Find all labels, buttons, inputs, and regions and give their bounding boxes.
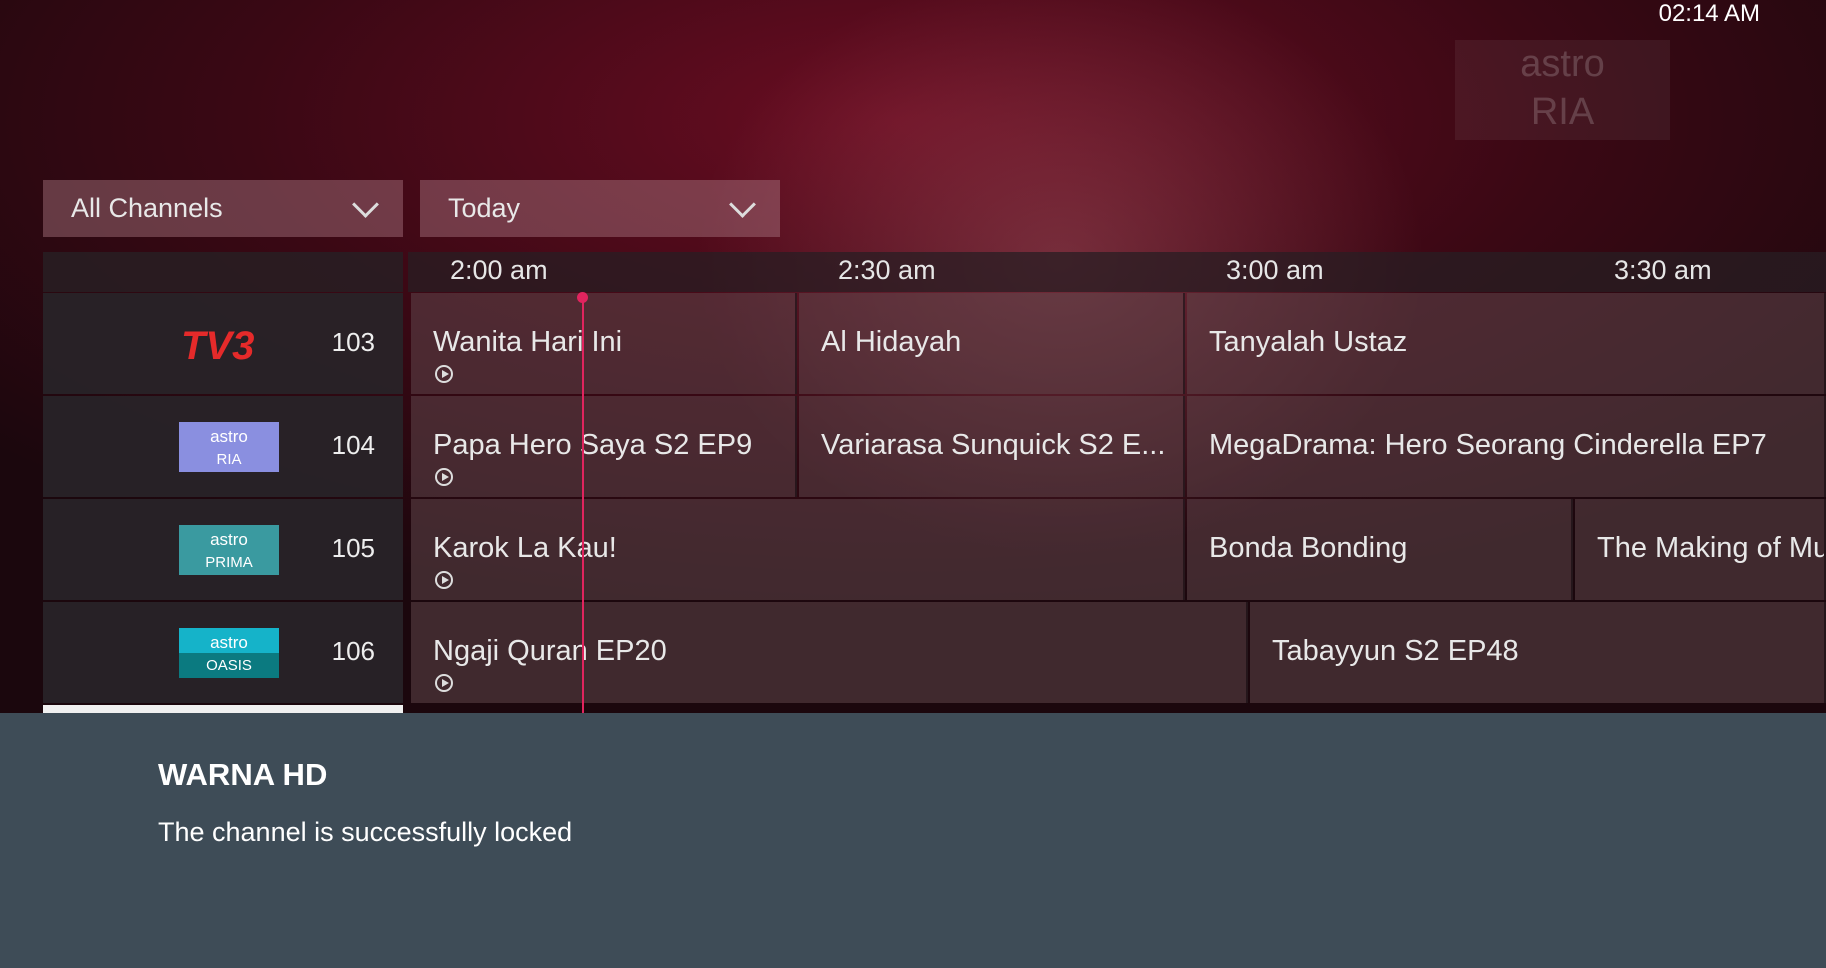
channel-row-105[interactable]: astro PRIMA 105 bbox=[43, 499, 403, 600]
date-filter-dropdown[interactable]: Today bbox=[420, 180, 780, 237]
current-time-dot bbox=[577, 292, 588, 303]
channel-column-header bbox=[43, 252, 403, 292]
date-filter-label: Today bbox=[448, 193, 521, 223]
astro-ria-logo: astro RIA bbox=[179, 422, 279, 472]
svg-text:astro: astro bbox=[210, 427, 248, 446]
replay-icon bbox=[435, 468, 453, 486]
channel-row-103[interactable]: TV3 103 bbox=[43, 293, 403, 394]
program-cell[interactable]: Karok La Kau! bbox=[411, 499, 1185, 600]
toast-title: WARNA HD bbox=[158, 757, 328, 792]
channel-filter-label: All Channels bbox=[71, 193, 223, 223]
program-cell[interactable]: Papa Hero Saya S2 EP9 bbox=[411, 396, 797, 497]
program-cell[interactable]: Bonda Bonding bbox=[1187, 499, 1573, 600]
svg-text:astro: astro bbox=[210, 633, 248, 652]
program-cell[interactable]: MegaDrama: Hero Seorang Cinderella EP7 bbox=[1187, 396, 1826, 497]
svg-text:PRIMA: PRIMA bbox=[205, 554, 253, 571]
time-tick: 2:00 am bbox=[450, 255, 548, 285]
replay-icon bbox=[435, 571, 453, 589]
channel-row-104[interactable]: astro RIA 104 bbox=[43, 396, 403, 497]
program-cell[interactable]: Ngaji Quran EP20 bbox=[411, 602, 1248, 703]
background-channel-logo: astro RIA bbox=[1455, 40, 1670, 140]
astro-prima-logo: astro PRIMA bbox=[179, 525, 279, 575]
svg-text:astro: astro bbox=[210, 530, 248, 549]
program-cell[interactable]: Variarasa Sunquick S2 E... bbox=[799, 396, 1185, 497]
program-cell[interactable]: Tabayyun S2 EP48 bbox=[1250, 602, 1826, 703]
channel-number: 104 bbox=[331, 430, 375, 460]
svg-text:RIA: RIA bbox=[216, 451, 241, 468]
notification-toast: WARNA HD The channel is successfully loc… bbox=[0, 713, 1826, 968]
chevron-down-icon bbox=[729, 191, 756, 218]
toast-message: The channel is successfully locked bbox=[158, 817, 573, 847]
replay-icon bbox=[435, 674, 453, 692]
channel-number: 103 bbox=[331, 327, 375, 357]
program-cell[interactable]: Wanita Hari Ini bbox=[411, 293, 797, 394]
channel-row-106[interactable]: astro OASIS 106 bbox=[43, 602, 403, 703]
time-tick: 3:00 am bbox=[1226, 255, 1324, 285]
svg-text:OASIS: OASIS bbox=[206, 657, 252, 674]
chevron-down-icon bbox=[352, 191, 379, 218]
time-tick: 3:30 am bbox=[1614, 255, 1712, 285]
current-time-indicator bbox=[582, 296, 584, 716]
svg-text:TV3: TV3 bbox=[181, 324, 254, 368]
program-cell[interactable]: Tanyalah Ustaz bbox=[1187, 293, 1826, 394]
focused-channel-highlight bbox=[43, 705, 403, 713]
clock: 02:14 AM bbox=[1658, 0, 1760, 27]
program-cell[interactable]: The Making of Mu bbox=[1575, 499, 1826, 600]
channel-number: 106 bbox=[331, 636, 375, 666]
tv3-logo: TV3 bbox=[181, 324, 254, 368]
time-tick: 2:30 am bbox=[838, 255, 936, 285]
astro-oasis-logo: astro OASIS bbox=[179, 628, 279, 678]
channel-number: 105 bbox=[331, 533, 375, 563]
replay-icon bbox=[435, 365, 453, 383]
program-cell[interactable]: Al Hidayah bbox=[799, 293, 1185, 394]
channel-filter-dropdown[interactable]: All Channels bbox=[43, 180, 403, 237]
timeline-bar: 2:00 am 2:30 am 3:00 am 3:30 am bbox=[408, 252, 1826, 292]
